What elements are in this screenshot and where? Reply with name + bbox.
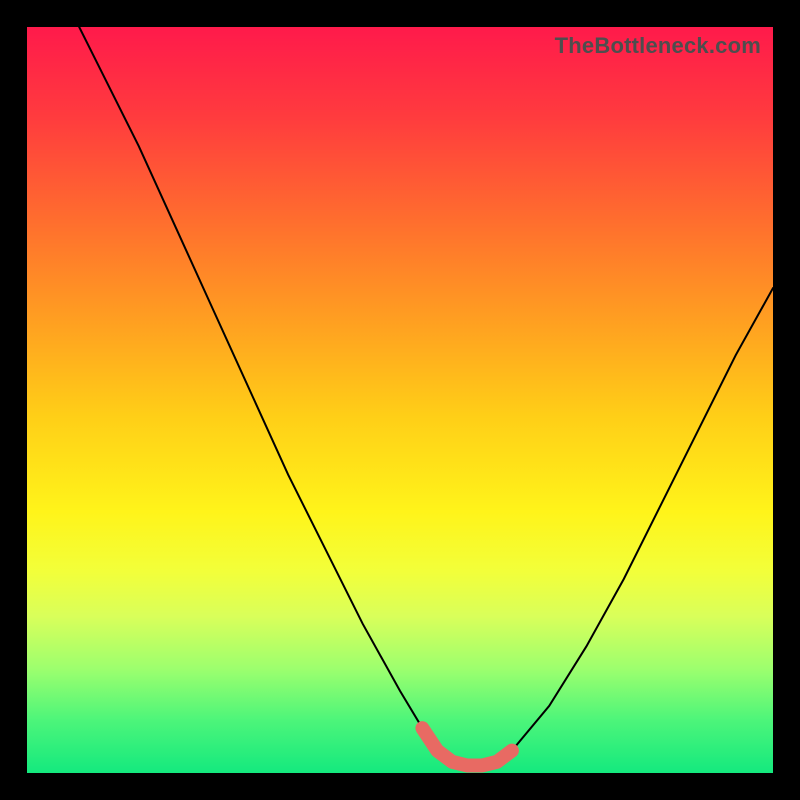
optimal-range-marker-line xyxy=(422,728,512,765)
plot-area: TheBottleneck.com xyxy=(27,27,773,773)
chart-frame: TheBottleneck.com xyxy=(0,0,800,800)
chart-svg xyxy=(27,27,773,773)
bottleneck-curve-line xyxy=(79,27,773,766)
